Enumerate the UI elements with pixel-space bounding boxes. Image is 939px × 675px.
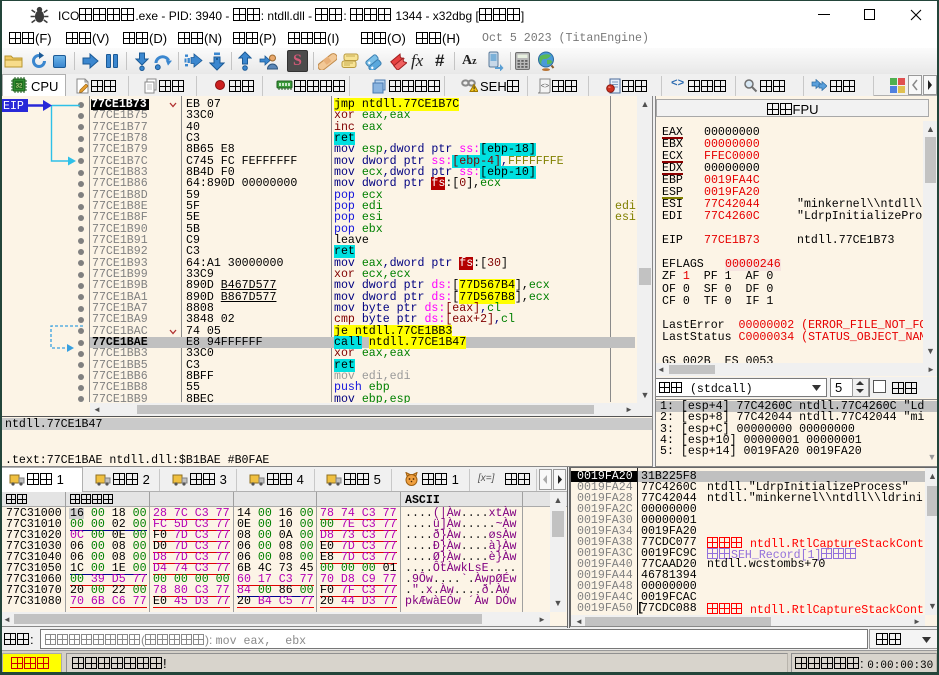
svg-text:<>: <> bbox=[541, 83, 549, 91]
svg-text:EIP: EIP bbox=[3, 100, 24, 113]
svg-text:32: 32 bbox=[16, 84, 23, 90]
